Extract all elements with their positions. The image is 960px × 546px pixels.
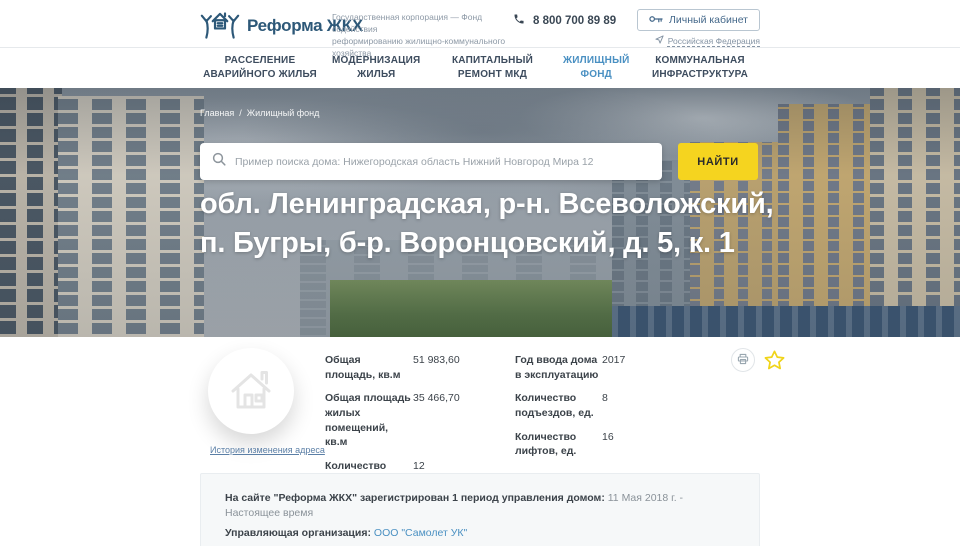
field-entrances: Количество подъездов, ед. 8 (515, 391, 690, 420)
avatar (208, 348, 294, 434)
management-info-box: На сайте "Реформа ЖКХ" зарегистрирован 1… (200, 473, 760, 546)
breadcrumb-current: Жилищный фонд (247, 108, 320, 118)
management-org-link[interactable]: ООО "Самолет УК" (374, 527, 467, 539)
page-title: обл. Ленинградская, р-н. Всеволожский, п… (200, 185, 785, 262)
address-history-link[interactable]: История изменения адреса (210, 445, 325, 455)
breadcrumb-separator: / (239, 108, 242, 118)
management-org-line: Управляющая организация: ООО "Самолет УК… (225, 526, 735, 541)
phone-icon (513, 13, 525, 28)
region-selector[interactable]: Российская Федерация (655, 35, 760, 46)
breadcrumb-home[interactable]: Главная (200, 108, 234, 118)
hero-banner: Главная / Жилищный фонд НАЙТИ обл. Ленин… (0, 88, 960, 337)
breadcrumb: Главная / Жилищный фонд (200, 108, 319, 118)
field-living-area: Общая площадь жилых помещений, кв.м 35 4… (325, 391, 515, 450)
print-button[interactable] (731, 348, 755, 372)
account-button[interactable]: Личный кабинет (637, 9, 760, 31)
nav-item-modernization[interactable]: МОДЕРНИЗАЦИЯ ЖИЛЬЯ (320, 54, 432, 83)
content: История изменения адреса Общая площадь, … (0, 337, 960, 546)
printer-icon (737, 353, 749, 368)
field-commissioning-year: Год ввода дома в эксплуатацию 2017 (515, 353, 690, 382)
logo-icon (200, 7, 240, 44)
search-icon (212, 152, 226, 171)
search-input[interactable] (235, 156, 650, 168)
nav-item-communal-infrastructure[interactable]: КОММУНАЛЬНАЯ ИНФРАСТРУКТУРА (640, 54, 760, 83)
favorite-star-button[interactable] (763, 349, 786, 372)
nav-item-housing-fund[interactable]: ЖИЛИЩНЫЙ ФОНД (552, 54, 640, 83)
nav-item-resettlement[interactable]: РАССЕЛЕНИЕ АВАРИЙНОГО ЖИЛЬЯ (200, 54, 320, 83)
field-total-area: Общая площадь, кв.м 51 983,60 (325, 353, 515, 382)
house-details: История изменения адреса Общая площадь, … (200, 337, 760, 473)
house-icon (225, 363, 277, 420)
main-nav: РАССЕЛЕНИЕ АВАРИЙНОГО ЖИЛЬЯ МОДЕРНИЗАЦИЯ… (200, 48, 760, 88)
field-elevators: Количество лифтов, ед. 16 (515, 430, 690, 459)
paper-plane-icon (655, 35, 664, 46)
key-icon (649, 14, 663, 27)
search-button[interactable]: НАЙТИ (678, 143, 758, 180)
phone-number[interactable]: 8 800 700 89 89 (513, 13, 616, 28)
nav-item-capital-repair[interactable]: КАПИТАЛЬНЫЙ РЕМОНТ МКД (432, 54, 552, 83)
page-header: Реформа ЖКХ Государственная корпорация —… (0, 0, 960, 88)
management-period-line: На сайте "Реформа ЖКХ" зарегистрирован 1… (225, 491, 735, 520)
search-box (200, 143, 662, 180)
